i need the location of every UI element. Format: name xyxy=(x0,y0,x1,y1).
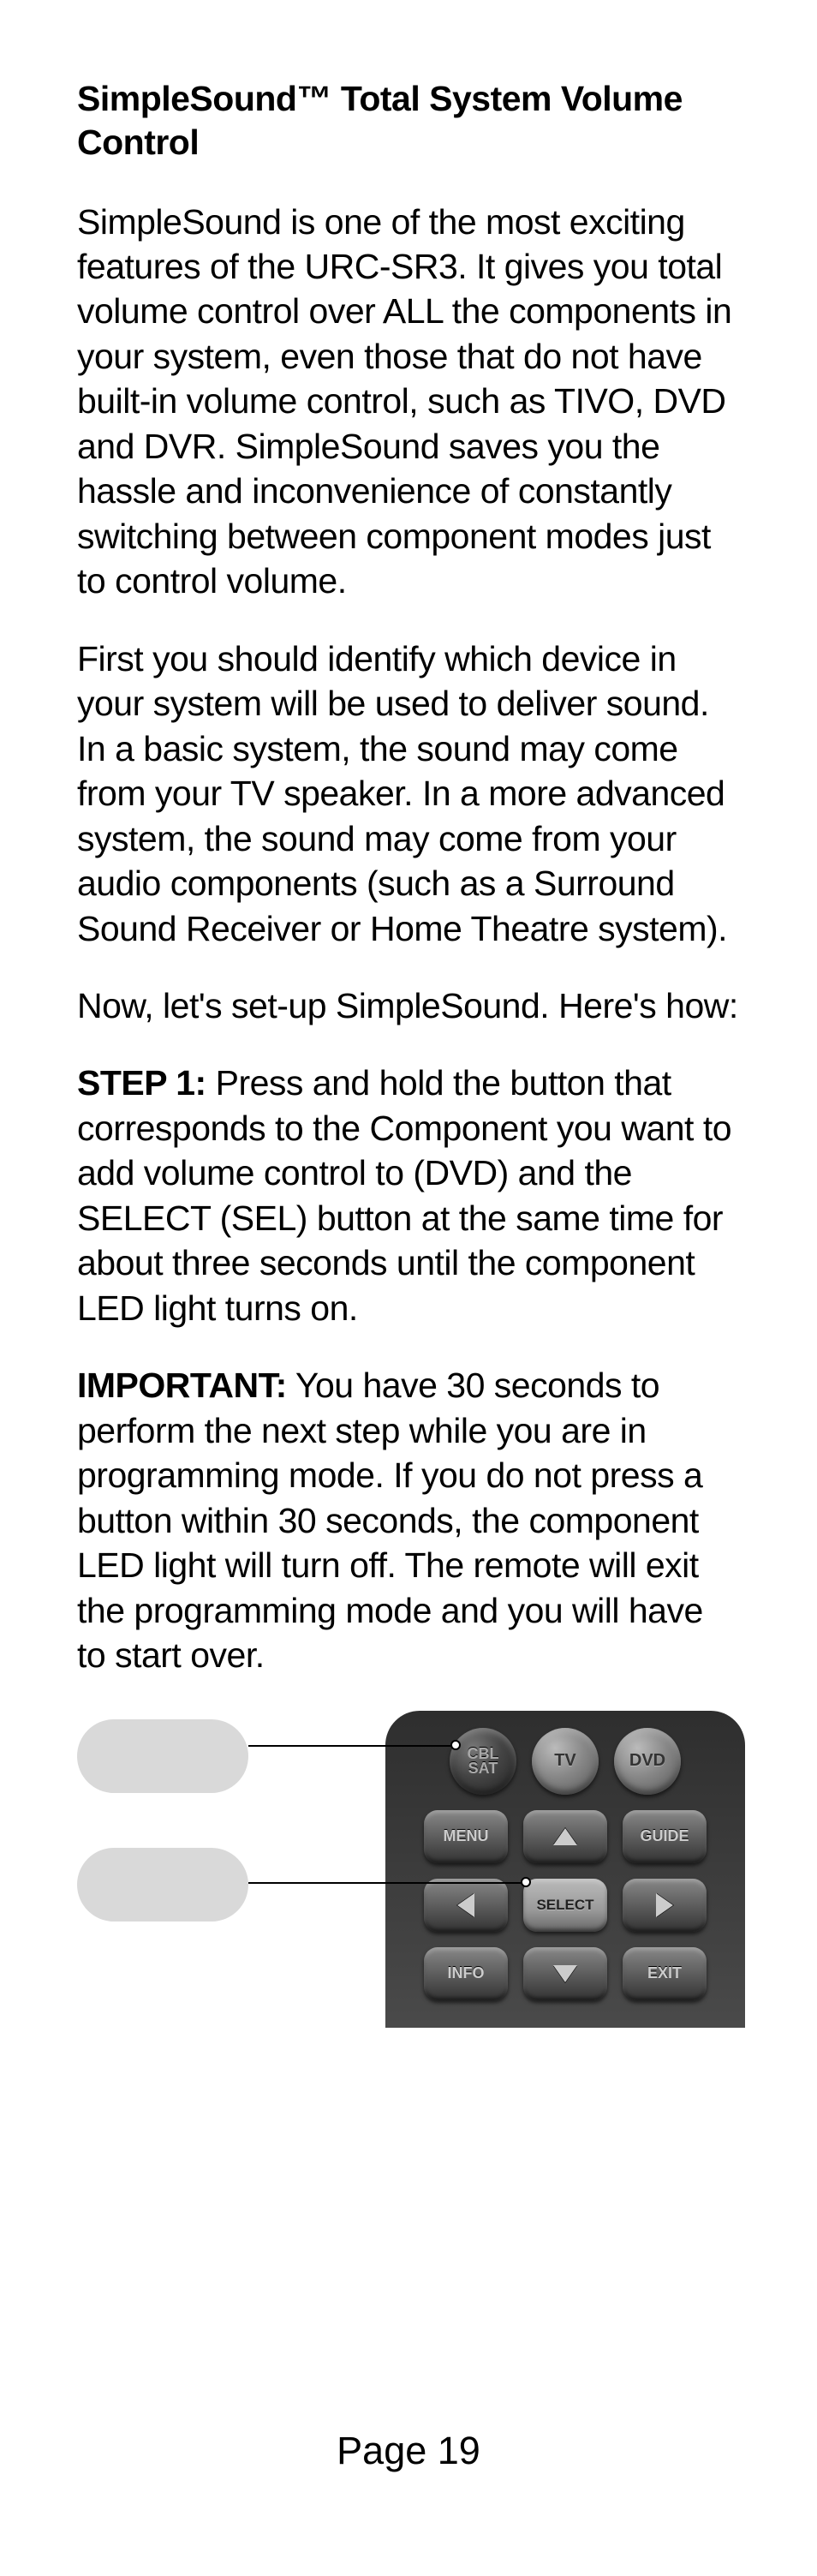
remote-exit-button: EXIT xyxy=(623,1947,707,2000)
callout-bubble-2 xyxy=(77,1848,248,1922)
remote-dvd-button: DVD xyxy=(614,1728,681,1795)
arrow-up-icon xyxy=(553,1828,577,1845)
important-label: IMPORTANT: xyxy=(77,1366,287,1405)
remote-down-button xyxy=(523,1947,607,2000)
remote-up-button xyxy=(523,1810,607,1863)
step-1-label: STEP 1: xyxy=(77,1063,206,1103)
arrow-right-icon xyxy=(656,1893,673,1917)
remote-tv-button: TV xyxy=(532,1728,599,1795)
intro-paragraph-2: First you should identify which device i… xyxy=(77,637,740,951)
important-text: You have 30 seconds to perform the next … xyxy=(77,1366,703,1675)
remote-menu-button: MENU xyxy=(424,1810,508,1863)
step-1-text: Press and hold the button that correspon… xyxy=(77,1063,731,1327)
page-number: Page 19 xyxy=(0,2429,817,2473)
remote-cbl-sat-button: CBLSAT xyxy=(450,1728,516,1795)
remote-info-button: INFO xyxy=(424,1947,508,2000)
step-1-paragraph: STEP 1: Press and hold the button that c… xyxy=(77,1061,740,1330)
remote-illustration: CBLSAT TV DVD MENU GUIDE SELECT INFO EXI… xyxy=(385,1711,745,2028)
leader-line-1 xyxy=(248,1745,454,1747)
leader-dot-2 xyxy=(521,1877,531,1887)
callout-bubble-1 xyxy=(77,1719,248,1793)
intro-paragraph-1: SimpleSound is one of the most exciting … xyxy=(77,200,740,604)
leader-line-2 xyxy=(248,1882,524,1884)
important-paragraph: IMPORTANT: You have 30 seconds to perfor… xyxy=(77,1363,740,1677)
arrow-down-icon xyxy=(553,1965,577,1982)
section-heading: SimpleSound™ Total System Volume Control xyxy=(77,77,740,165)
remote-right-button xyxy=(623,1879,707,1932)
remote-guide-button: GUIDE xyxy=(623,1810,707,1863)
intro-paragraph-3: Now, let's set-up SimpleSound. Here's ho… xyxy=(77,983,740,1028)
leader-dot-1 xyxy=(450,1740,461,1750)
remote-select-button: SELECT xyxy=(523,1879,607,1932)
remote-left-button xyxy=(424,1879,508,1932)
arrow-left-icon xyxy=(457,1893,474,1917)
remote-figure: CBLSAT TV DVD MENU GUIDE SELECT INFO EXI… xyxy=(77,1711,740,2053)
